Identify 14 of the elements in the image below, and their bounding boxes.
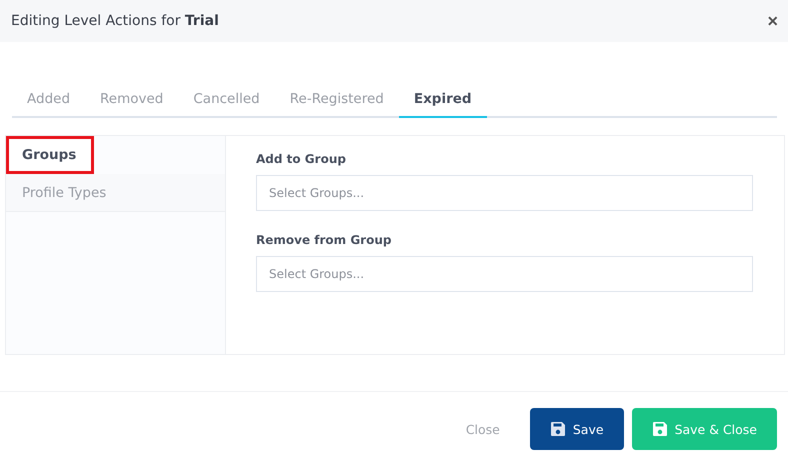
select-field[interactable]: Select Groups...: [256, 175, 753, 211]
save-and-close-button[interactable]: Save & Close: [632, 408, 777, 450]
field-label: Add to Group: [256, 152, 347, 166]
tab[interactable]: Expired: [398, 82, 487, 118]
field-label: Remove from Group: [256, 233, 392, 247]
close-button[interactable]: Close: [460, 420, 506, 438]
save-button[interactable]: Save: [530, 408, 624, 450]
tab[interactable]: Cancelled: [178, 82, 275, 118]
dialog-title: Editing Level Actions for Trial: [11, 13, 219, 29]
sidebar-item[interactable]: Groups: [6, 136, 94, 174]
tab[interactable]: Removed: [85, 82, 178, 118]
tab[interactable]: Added: [12, 82, 86, 118]
tab[interactable]: Re-Registered: [274, 82, 399, 118]
select-field[interactable]: Select Groups...: [256, 256, 753, 292]
